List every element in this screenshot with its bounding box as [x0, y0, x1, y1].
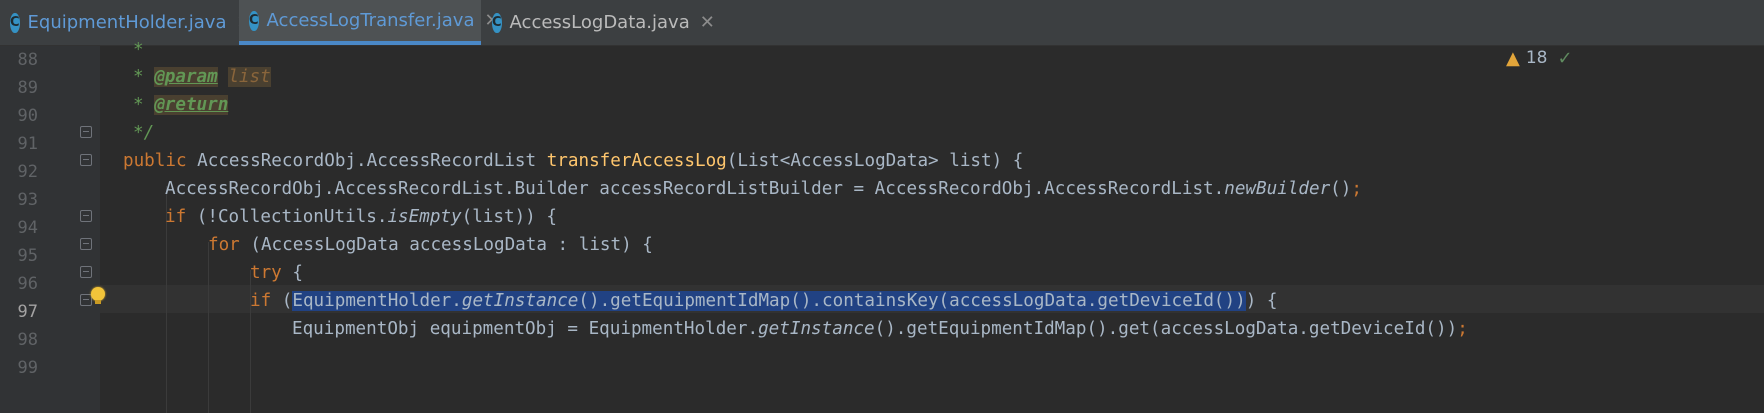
code-line-95: for (AccessLogData accessLogData : list)… — [208, 235, 653, 255]
line-number: 97 — [17, 302, 38, 322]
code-editor[interactable]: * * @param list * @return */ public Acce… — [100, 40, 1764, 413]
code-line-93: AccessRecordObj.AccessRecordList.Builder… — [165, 179, 1362, 199]
inspection-widget[interactable]: ▲ 18 ✓ — [1506, 47, 1573, 69]
code-line-96: try { — [250, 263, 303, 283]
line-number: 88 — [17, 50, 38, 70]
fold-marker[interactable] — [80, 266, 92, 278]
tab-label: EquipmentHolder.java — [27, 12, 227, 33]
fold-marker[interactable] — [80, 210, 92, 222]
close-icon[interactable]: ✕ — [700, 12, 715, 33]
line-number: 96 — [17, 274, 38, 294]
warning-count: 18 — [1525, 48, 1548, 68]
indent-guide — [208, 242, 209, 413]
code-line-91: */ — [133, 123, 155, 143]
selected-text[interactable]: getInstance — [461, 291, 579, 311]
warning-icon: ▲ — [1506, 47, 1520, 69]
class-icon: C — [10, 12, 20, 33]
line-number-gutter: 88 89 90 91 92 93 94 95 96 97 98 99 — [0, 46, 100, 413]
line-number: 94 — [17, 218, 38, 238]
code-line-88: * — [133, 40, 144, 60]
code-line-90: * @return — [133, 95, 229, 115]
line-number: 91 — [17, 134, 38, 154]
tab-label: AccessLogData.java — [509, 12, 690, 33]
code-line-92: public AccessRecordObj.AccessRecordList … — [123, 151, 1024, 171]
code-line-98: EquipmentObj equipmentObj = EquipmentHol… — [292, 319, 1468, 339]
selected-text[interactable]: EquipmentHolder. — [292, 291, 462, 311]
code-line-89: * @param list — [133, 67, 271, 87]
fold-marker[interactable] — [80, 294, 92, 306]
code-line-94: if (!CollectionUtils.isEmpty(list)) { — [165, 207, 557, 227]
line-number: 89 — [17, 78, 38, 98]
tab-equipment-holder[interactable]: C EquipmentHolder.java ✕ — [10, 0, 252, 45]
tab-access-log-transfer[interactable]: C AccessLogTransfer.java ✕ — [239, 0, 500, 45]
tab-label: AccessLogTransfer.java — [266, 10, 475, 31]
code-line-97: if (EquipmentHolder.getInstance().getEqu… — [250, 291, 1278, 311]
fold-marker[interactable] — [80, 238, 92, 250]
class-icon: C — [249, 10, 259, 31]
selected-text[interactable]: ().getEquipmentIdMap().containsKey(acces… — [578, 291, 1246, 311]
class-icon: C — [492, 12, 502, 33]
line-number: 93 — [17, 190, 38, 210]
check-icon: ✓ — [1557, 47, 1573, 69]
line-number: 99 — [17, 358, 38, 378]
tab-access-log-data[interactable]: C AccessLogData.java ✕ — [492, 0, 715, 45]
editor-tab-bar: C EquipmentHolder.java ✕ C AccessLogTran… — [0, 0, 1764, 46]
line-number: 98 — [17, 330, 38, 350]
fold-marker[interactable] — [80, 126, 92, 138]
line-number: 92 — [17, 162, 38, 182]
line-number: 90 — [17, 106, 38, 126]
fold-marker[interactable] — [80, 154, 92, 166]
line-number: 95 — [17, 246, 38, 266]
